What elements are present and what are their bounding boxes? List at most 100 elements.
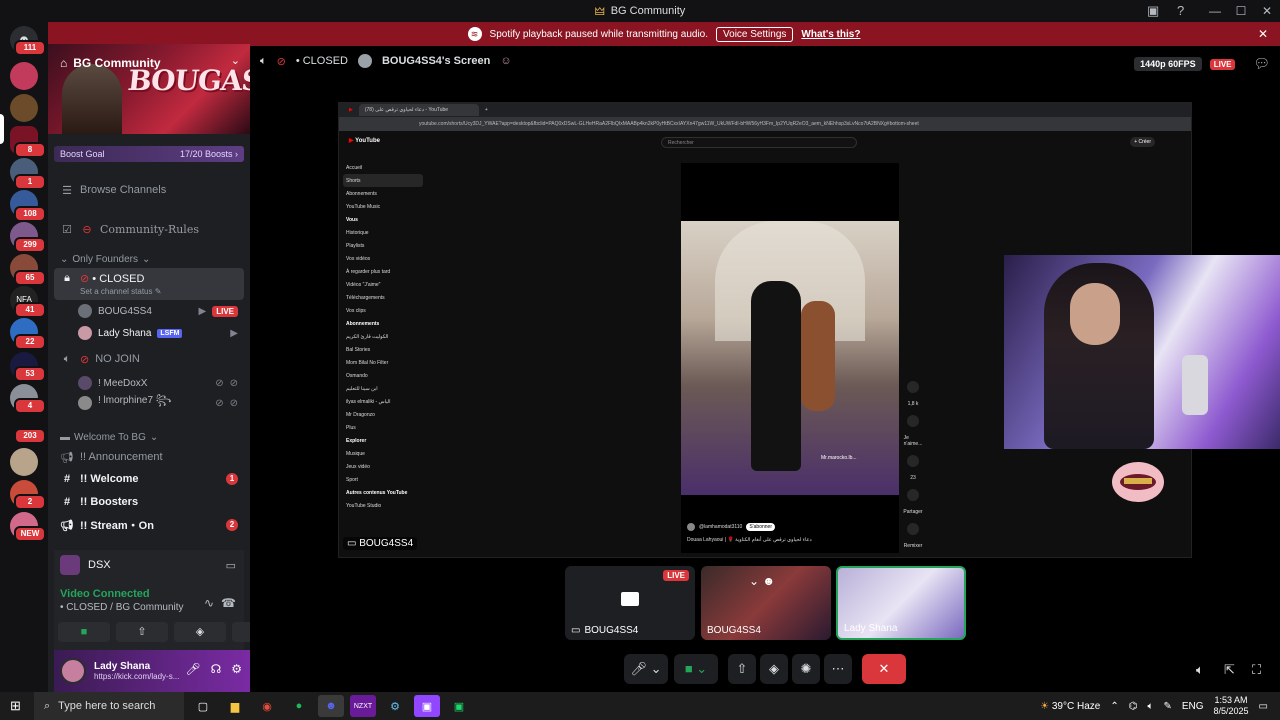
share-screen-button[interactable]: ⇧: [728, 654, 756, 684]
microphone-button[interactable]: 🎤︎ ⌄: [624, 654, 668, 684]
inbox-icon[interactable]: ▣: [1147, 3, 1159, 19]
voice-user[interactable]: ! lmorphine7 ꧂ ⊘ ⊘: [78, 394, 244, 412]
yt-sub-item[interactable]: Plus: [343, 421, 423, 434]
yt-nav-item[interactable]: Vidéos "J'aime": [343, 278, 423, 291]
chevron-up-icon[interactable]: ⌃: [1110, 701, 1118, 712]
yt-sub-item[interactable]: Osmando: [343, 369, 423, 382]
chat-icon[interactable]: 💬︎: [1253, 56, 1270, 72]
clock[interactable]: 1:53 AM 8/5/2025: [1214, 695, 1249, 717]
yt-nav-item[interactable]: Vos clips: [343, 304, 423, 317]
participant-tile[interactable]: LIVE ▭ BOUG4SS4: [565, 566, 695, 640]
taskbar-search[interactable]: ⌕ Type here to search: [34, 692, 184, 720]
new-tab-icon[interactable]: +: [485, 107, 488, 113]
weather[interactable]: ☀ 39°C Haze: [1040, 701, 1100, 712]
channel-announcement[interactable]: 📢︎ !! Announcement: [54, 446, 244, 468]
more-button[interactable]: ⋯: [824, 654, 852, 684]
browse-channels[interactable]: ☰ Browse Channels: [54, 179, 244, 201]
activity-button[interactable]: ◈: [760, 654, 788, 684]
category-welcome[interactable]: ▬ Welcome To BG ⌄: [60, 432, 158, 443]
capture-icon[interactable]: ▣: [446, 695, 472, 717]
server-banner[interactable]: BOUGASSAA ⌂ BG Community ⌄: [48, 44, 250, 134]
browser-tab[interactable]: دعاء لحياوي ترقص على (78) - YouTube: [358, 104, 479, 116]
yt-nav-item[interactable]: Shorts: [343, 174, 423, 187]
network-icon[interactable]: ⌬: [1129, 701, 1138, 712]
obs-icon[interactable]: ▣: [414, 695, 440, 717]
voice-user[interactable]: BOUG4SS4 ▶︎ LIVE: [78, 302, 244, 320]
yt-nav-item[interactable]: Playlists: [343, 239, 423, 252]
disconnect-button[interactable]: ✕: [862, 654, 906, 684]
yt-section-header[interactable]: Vous: [343, 213, 423, 226]
yt-explore-item[interactable]: Jeux vidéo: [343, 460, 423, 473]
guild-name[interactable]: ⌂ BG Community: [60, 56, 161, 70]
short-player[interactable]: Mr.marocko.lb... @lamhamodat3110 S'abonn…: [681, 163, 899, 553]
comment-icon[interactable]: [907, 455, 919, 467]
remix-icon[interactable]: [907, 523, 919, 535]
short-video[interactable]: Mr.marocko.lb...: [681, 221, 899, 495]
windows-start-icon[interactable]: ⊞: [10, 698, 21, 714]
voice-channel-status[interactable]: Set a channel status ✎: [80, 287, 161, 296]
task-view-icon[interactable]: ▢: [190, 695, 216, 717]
server-icon-2[interactable]: [10, 94, 38, 122]
minimize-icon[interactable]: —: [1202, 4, 1228, 18]
activity-button[interactable]: ◈: [174, 622, 226, 642]
file-explorer-icon[interactable]: ▆: [222, 695, 248, 717]
fullscreen-icon[interactable]: ⛶: [1252, 662, 1261, 678]
yt-sub-item[interactable]: الكوليت قارئ الكريم: [343, 330, 423, 343]
dislike-icon[interactable]: [907, 415, 919, 427]
short-channel[interactable]: @lamhamodat3110: [699, 524, 742, 530]
participant-tile[interactable]: ⌄ ☻ BOUG4SS4: [701, 566, 831, 640]
channel-stream-on[interactable]: 📢︎ !! Stream・On 2: [54, 514, 244, 536]
yt-nav-item[interactable]: YouTube Music: [343, 200, 423, 213]
yt-nav-item[interactable]: Vos vidéos: [343, 252, 423, 265]
spotify-icon[interactable]: ●: [286, 695, 312, 717]
soundboard-button[interactable]: ✺: [792, 654, 820, 684]
server-icon-11[interactable]: [10, 448, 38, 476]
yt-nav-item[interactable]: À regarder plus tard: [343, 265, 423, 278]
microphone-icon[interactable]: 🎤︎: [185, 662, 200, 676]
language[interactable]: ENG: [1182, 701, 1204, 712]
discord-icon[interactable]: ☻: [318, 695, 344, 717]
camera-button[interactable]: ■: [58, 622, 110, 642]
nzxt-icon[interactable]: NZXT: [350, 695, 376, 717]
server-icon-1[interactable]: [10, 62, 38, 90]
account-panel[interactable]: Lady Shana https://kick.com/lady-s... 🎤︎…: [54, 650, 250, 692]
yt-nav-item[interactable]: Abonnements: [343, 187, 423, 200]
yt-nav-item[interactable]: Téléchargements: [343, 291, 423, 304]
yt-explore-item[interactable]: Sport: [343, 473, 423, 486]
voice-channel-closed[interactable]: 🔒︎ ⊘ • CLOSED Set a channel status ✎: [54, 268, 244, 300]
yt-sub-item[interactable]: ابن سينا للتعليم: [343, 382, 423, 395]
noise-suppression-icon[interactable]: ∿: [204, 596, 214, 610]
channel-boosters[interactable]: # !! Boosters: [54, 491, 244, 513]
create-button[interactable]: + Créer: [1130, 137, 1155, 147]
subscribe-button[interactable]: S'abonner: [746, 523, 775, 531]
steam-icon[interactable]: ⚙: [382, 695, 408, 717]
connection-status[interactable]: Video Connected • CLOSED / BG Community: [60, 588, 184, 613]
voice-settings-button[interactable]: Voice Settings: [716, 26, 794, 42]
yt-other-item[interactable]: YouTube Studio: [343, 499, 423, 512]
maximize-icon[interactable]: ☐: [1228, 4, 1254, 18]
popout-icon[interactable]: ⇱: [1224, 662, 1235, 678]
camera-button[interactable]: ■ ⌄: [674, 654, 718, 684]
chrome-icon[interactable]: ◉: [254, 695, 280, 717]
screen-icon[interactable]: ▭: [226, 559, 236, 572]
activity-row[interactable]: DSX ▭: [54, 550, 244, 580]
youtube-search[interactable]: Rechercher: [661, 137, 857, 148]
like-icon[interactable]: [907, 381, 919, 393]
volume-icon[interactable]: 🔈︎: [1196, 662, 1204, 678]
whats-this-link[interactable]: What's this?: [801, 29, 860, 40]
share-icon[interactable]: [907, 489, 919, 501]
yt-sub-item[interactable]: Bal Stories: [343, 343, 423, 356]
close-window-icon[interactable]: ✕: [1254, 4, 1280, 18]
yt-nav-item[interactable]: Accueil: [343, 161, 423, 174]
category-only-founders[interactable]: ⌄ Only Founders ⌄: [60, 254, 150, 265]
disconnect-icon[interactable]: ☎: [221, 596, 236, 610]
pen-icon[interactable]: ✎: [1163, 701, 1171, 712]
yt-nav-item[interactable]: Historique: [343, 226, 423, 239]
volume-icon[interactable]: 🔈︎: [1147, 701, 1153, 712]
close-notice-icon[interactable]: ✕: [1258, 27, 1268, 41]
gear-icon[interactable]: ⚙: [231, 662, 242, 676]
headphones-icon[interactable]: ☊: [211, 662, 222, 676]
channel-community-rules[interactable]: ☑ ⊖ Community-Rules: [54, 218, 244, 240]
chevron-down-icon[interactable]: ⌄: [231, 54, 240, 67]
voice-user[interactable]: Lady Shana LSFM ▶︎: [78, 324, 244, 342]
